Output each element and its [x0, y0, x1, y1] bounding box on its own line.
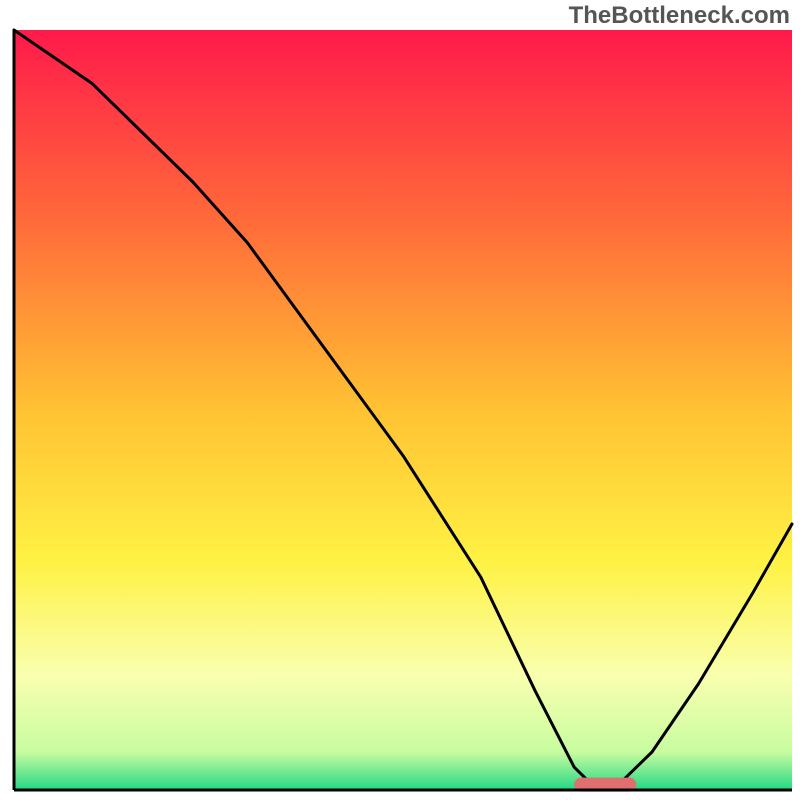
- chart-container: TheBottleneck.com: [0, 0, 800, 800]
- plot-background: [14, 30, 792, 790]
- watermark-text: TheBottleneck.com: [569, 2, 790, 30]
- bottleneck-chart: [0, 0, 800, 800]
